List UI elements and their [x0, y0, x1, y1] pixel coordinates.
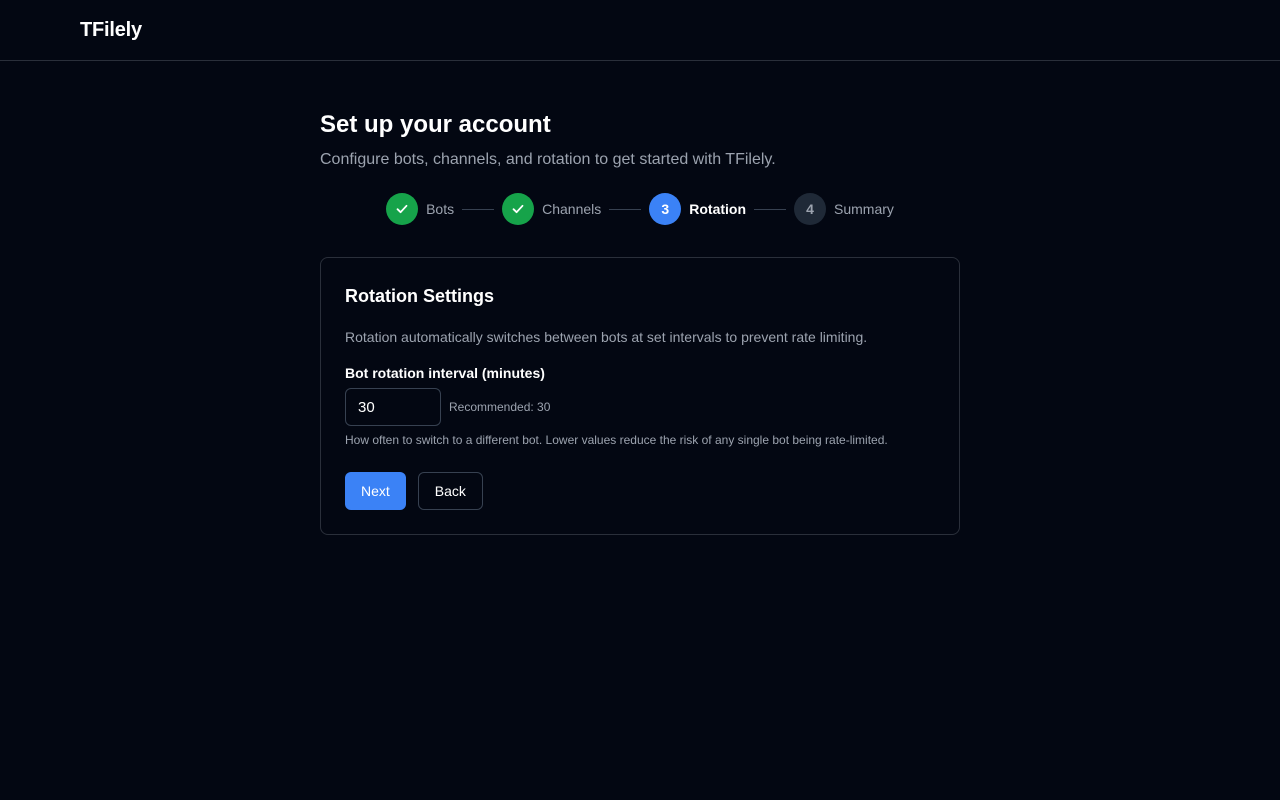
page-title: Set up your account: [320, 111, 551, 138]
card-actions: Next Back: [345, 472, 935, 510]
interval-help-text: How often to switch to a different bot. …: [345, 433, 888, 447]
step-channels-label: Channels: [542, 201, 602, 217]
step-summary-indicator: 4: [794, 193, 827, 225]
check-icon: [396, 204, 408, 214]
interval-input-row: Recommended: 30: [345, 388, 935, 426]
step-bots-label: Bots: [426, 201, 455, 217]
step-channels[interactable]: Channels: [502, 193, 601, 225]
step-bots[interactable]: Bots: [386, 193, 454, 225]
step-rotation-indicator: 3: [649, 193, 682, 225]
card-description: Rotation automatically switches between …: [345, 329, 868, 345]
page-subtitle: Configure bots, channels, and rotation t…: [320, 151, 776, 168]
interval-label: Bot rotation interval (minutes): [345, 365, 545, 381]
back-button[interactable]: Back: [417, 472, 483, 510]
step-summary-label: Summary: [834, 201, 894, 217]
card-title: Rotation Settings: [345, 286, 494, 306]
step-connector: [754, 208, 787, 210]
rotation-settings-card: Rotation Settings Rotation automatically…: [320, 257, 960, 535]
top-bar: TFilely: [0, 0, 1280, 61]
step-connector: [462, 208, 495, 210]
next-button[interactable]: Next: [345, 472, 406, 510]
setup-main: Set up your account Configure bots, chan…: [320, 61, 960, 535]
check-icon: [512, 204, 524, 214]
setup-stepper: Bots Channels 3 Rotation 4 Summary: [320, 193, 960, 225]
step-summary[interactable]: 4 Summary: [794, 193, 894, 225]
step-connector: [609, 208, 642, 210]
step-rotation-label: Rotation: [689, 201, 747, 217]
interval-input[interactable]: [345, 388, 441, 426]
step-bots-indicator: [386, 193, 419, 225]
brand-logo[interactable]: TFilely: [80, 19, 142, 42]
step-channels-indicator: [502, 193, 535, 225]
recommended-hint: Recommended: 30: [449, 400, 551, 414]
step-rotation[interactable]: 3 Rotation: [649, 193, 746, 225]
